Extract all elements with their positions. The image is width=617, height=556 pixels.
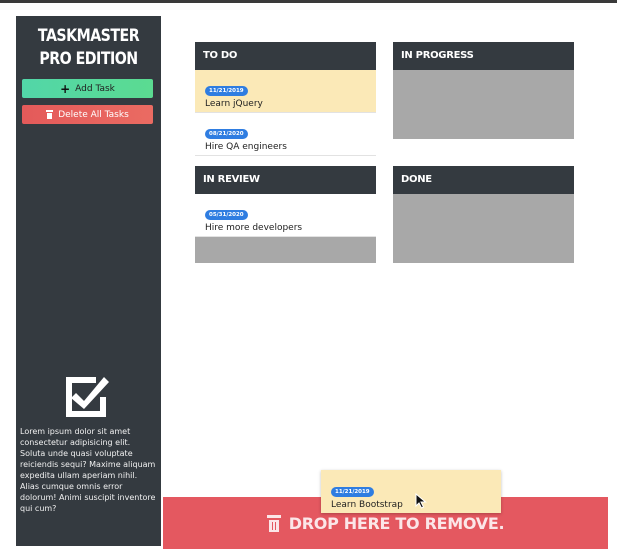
mouse-cursor-icon (415, 493, 427, 509)
task-card[interactable]: 08/21/2020 Hire QA engineers (195, 113, 376, 156)
task-text: Hire QA engineers (205, 142, 287, 152)
column-drop-area[interactable] (393, 194, 574, 263)
column-drop-area[interactable] (393, 70, 574, 139)
sidebar-description: Lorem ipsum dolor sit amet consectetur a… (20, 427, 156, 513)
task-text: Hire more developers (205, 223, 303, 233)
add-task-button[interactable]: + Add Task (22, 79, 153, 98)
column-title: IN REVIEW (195, 166, 376, 194)
due-date-badge: 11/21/2019 (205, 86, 248, 96)
task-text: Learn Bootstrap (331, 500, 403, 510)
column-drop-area[interactable]: 11/21/2019 Learn jQuery 08/21/2020 Hire … (195, 70, 376, 156)
sidebar: TASKMASTER PRO EDITION + Add Task Delete… (16, 16, 161, 546)
task-card[interactable]: 11/21/2019 Learn jQuery (195, 70, 376, 113)
checkbox-icon (66, 377, 109, 417)
due-date-badge: 11/21/2019 (331, 487, 374, 497)
column-in-progress: IN PROGRESS (393, 42, 574, 139)
due-date-badge: 08/21/2020 (205, 129, 248, 139)
column-in-review: IN REVIEW 05/31/2020 Hire more developer… (195, 166, 376, 263)
due-date-badge: 05/31/2020 (205, 210, 248, 220)
app-title: TASKMASTER PRO EDITION (37, 26, 140, 68)
trash-icon (266, 514, 281, 532)
column-done: DONE (393, 166, 574, 263)
column-todo: TO DO 11/21/2019 Learn jQuery 08/21/2020… (195, 42, 376, 156)
add-task-label: Add Task (75, 83, 115, 94)
column-title: TO DO (195, 42, 376, 70)
delete-all-tasks-button[interactable]: Delete All Tasks (22, 105, 153, 124)
trash-drop-label: DROP HERE TO REMOVE. (288, 513, 505, 533)
column-drop-area[interactable]: 05/31/2020 Hire more developers (195, 194, 376, 263)
task-text: Learn jQuery (205, 99, 263, 109)
task-card[interactable]: 05/31/2020 Hire more developers (195, 194, 376, 237)
plus-icon: + (60, 81, 71, 96)
top-border (0, 0, 617, 3)
column-title: IN PROGRESS (393, 42, 574, 70)
trash-icon (46, 110, 54, 119)
column-title: DONE (393, 166, 574, 194)
dragging-task-card[interactable]: 11/21/2019 Learn Bootstrap (321, 470, 501, 513)
delete-all-label: Delete All Tasks (58, 109, 129, 120)
